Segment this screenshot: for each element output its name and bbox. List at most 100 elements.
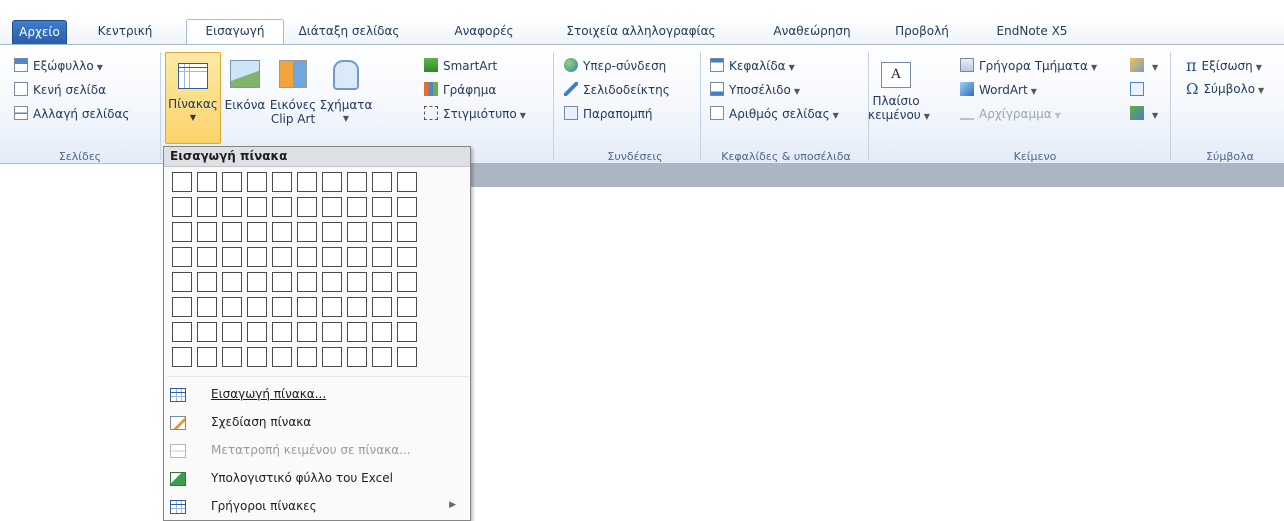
- grid-cell[interactable]: [297, 197, 317, 217]
- grid-cell[interactable]: [372, 247, 392, 267]
- grid-cell[interactable]: [297, 297, 317, 317]
- grid-cell[interactable]: [197, 297, 217, 317]
- grid-cell[interactable]: [347, 322, 367, 342]
- bookmark-button[interactable]: Σελιδοδείκτης: [564, 82, 670, 98]
- grid-cell[interactable]: [397, 197, 417, 217]
- grid-cell[interactable]: [297, 322, 317, 342]
- grid-cell[interactable]: [347, 172, 367, 192]
- grid-cell[interactable]: [197, 322, 217, 342]
- grid-cell[interactable]: [372, 322, 392, 342]
- grid-cell[interactable]: [172, 172, 192, 192]
- header-button[interactable]: Κεφαλίδα ▼: [710, 58, 795, 75]
- grid-cell[interactable]: [272, 322, 292, 342]
- grid-cell[interactable]: [197, 347, 217, 367]
- tab-page-layout[interactable]: Διάταξη σελίδας: [292, 20, 406, 44]
- grid-cell[interactable]: [397, 322, 417, 342]
- signature-line-button[interactable]: ▼: [1130, 58, 1158, 75]
- grid-cell[interactable]: [322, 222, 342, 242]
- grid-cell[interactable]: [272, 347, 292, 367]
- grid-cell[interactable]: [197, 222, 217, 242]
- table-button[interactable]: Πίνακας ▼: [165, 52, 221, 144]
- symbol-button[interactable]: Ω Σύμβολο ▼: [1186, 82, 1264, 98]
- grid-cell[interactable]: [197, 197, 217, 217]
- grid-cell[interactable]: [172, 222, 192, 242]
- page-number-button[interactable]: Αριθμός σελίδας ▼: [710, 106, 839, 123]
- grid-cell[interactable]: [222, 272, 242, 292]
- grid-cell[interactable]: [347, 347, 367, 367]
- grid-cell[interactable]: [247, 297, 267, 317]
- menu-item-excel-sheet[interactable]: Υπολογιστικό φύλλο του Excel: [164, 467, 470, 491]
- tab-references[interactable]: Αναφορές: [442, 20, 526, 44]
- wordart-button[interactable]: WordArt ▼: [960, 82, 1037, 99]
- hyperlink-button[interactable]: Υπερ-σύνδεση: [564, 58, 666, 74]
- grid-cell[interactable]: [397, 172, 417, 192]
- grid-cell[interactable]: [222, 172, 242, 192]
- footer-button[interactable]: Υποσέλιδο ▼: [710, 82, 800, 99]
- grid-cell[interactable]: [272, 247, 292, 267]
- grid-cell[interactable]: [197, 172, 217, 192]
- grid-cell[interactable]: [322, 172, 342, 192]
- grid-cell[interactable]: [247, 322, 267, 342]
- grid-cell[interactable]: [372, 197, 392, 217]
- grid-cell[interactable]: [322, 297, 342, 317]
- grid-cell[interactable]: [197, 247, 217, 267]
- grid-cell[interactable]: [222, 247, 242, 267]
- picture-button[interactable]: Εικόνα: [222, 60, 268, 112]
- grid-cell[interactable]: [272, 222, 292, 242]
- grid-cell[interactable]: [322, 247, 342, 267]
- clip-art-button[interactable]: Εικόνες Clip Art: [268, 60, 318, 126]
- smartart-button[interactable]: SmartArt: [424, 58, 497, 74]
- page-break-button[interactable]: Αλλαγή σελίδας: [14, 106, 129, 122]
- tab-home[interactable]: Κεντρική: [80, 20, 170, 44]
- grid-cell[interactable]: [297, 172, 317, 192]
- tab-view[interactable]: Προβολή: [888, 20, 956, 44]
- quick-parts-button[interactable]: Γρήγορα Τμήματα ▼: [960, 58, 1097, 75]
- grid-cell[interactable]: [172, 272, 192, 292]
- grid-cell[interactable]: [247, 172, 267, 192]
- grid-cell[interactable]: [172, 297, 192, 317]
- tab-file[interactable]: Αρχείο: [12, 20, 67, 44]
- grid-cell[interactable]: [322, 347, 342, 367]
- tab-insert[interactable]: Εισαγωγή: [186, 19, 284, 45]
- grid-cell[interactable]: [397, 347, 417, 367]
- grid-cell[interactable]: [347, 197, 367, 217]
- grid-cell[interactable]: [397, 297, 417, 317]
- grid-cell[interactable]: [372, 172, 392, 192]
- grid-cell[interactable]: [347, 222, 367, 242]
- grid-cell[interactable]: [172, 347, 192, 367]
- grid-cell[interactable]: [172, 197, 192, 217]
- menu-item-quick-tables[interactable]: Γρήγοροι πίνακες ▶: [164, 495, 470, 519]
- equation-button[interactable]: π Εξίσωση ▼: [1186, 58, 1262, 75]
- grid-cell[interactable]: [247, 247, 267, 267]
- grid-cell[interactable]: [222, 347, 242, 367]
- grid-cell[interactable]: [322, 272, 342, 292]
- menu-item-convert-text[interactable]: Μετατροπή κειμένου σε πίνακα...: [164, 439, 470, 463]
- grid-cell[interactable]: [297, 247, 317, 267]
- menu-item-draw-table[interactable]: Σχεδίαση πίνακα: [164, 411, 470, 435]
- drop-cap-button[interactable]: Αρχίγραμμα ▼: [960, 106, 1061, 123]
- grid-cell[interactable]: [372, 272, 392, 292]
- grid-cell[interactable]: [247, 222, 267, 242]
- grid-cell[interactable]: [297, 222, 317, 242]
- grid-cell[interactable]: [322, 197, 342, 217]
- grid-cell[interactable]: [247, 197, 267, 217]
- grid-cell[interactable]: [397, 222, 417, 242]
- chart-button[interactable]: Γράφημα: [424, 82, 496, 98]
- grid-cell[interactable]: [297, 347, 317, 367]
- blank-page-button[interactable]: Κενή σελίδα: [14, 82, 106, 98]
- insert-object-button[interactable]: ▼: [1130, 106, 1158, 123]
- grid-cell[interactable]: [347, 272, 367, 292]
- tab-review[interactable]: Αναθεώρηση: [762, 20, 862, 44]
- grid-cell[interactable]: [172, 247, 192, 267]
- grid-cell[interactable]: [297, 272, 317, 292]
- grid-cell[interactable]: [372, 222, 392, 242]
- grid-cell[interactable]: [272, 297, 292, 317]
- grid-cell[interactable]: [272, 197, 292, 217]
- grid-cell[interactable]: [172, 322, 192, 342]
- menu-item-insert-table[interactable]: Εισαγωγή πίνακα...: [164, 383, 470, 407]
- grid-cell[interactable]: [272, 172, 292, 192]
- tab-endnote[interactable]: EndNote X5: [982, 20, 1082, 44]
- grid-cell[interactable]: [272, 272, 292, 292]
- grid-cell[interactable]: [222, 222, 242, 242]
- grid-cell[interactable]: [397, 247, 417, 267]
